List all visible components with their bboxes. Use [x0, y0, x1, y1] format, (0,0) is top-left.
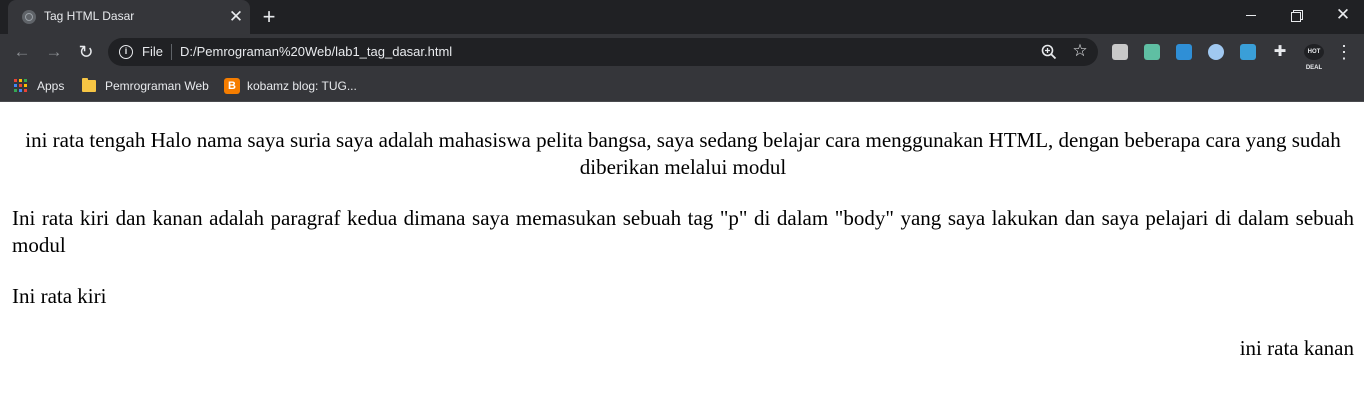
extension-leaf-icon[interactable]: [1144, 44, 1160, 60]
blogger-icon: B: [224, 78, 240, 94]
info-icon[interactable]: i: [119, 45, 133, 59]
minimize-button[interactable]: [1228, 0, 1274, 30]
folder-icon: [82, 78, 96, 92]
zoom-icon[interactable]: [1040, 43, 1058, 61]
paragraph-justify: Ini rata kiri dan kanan adalah paragraf …: [12, 206, 1354, 257]
back-arrow-icon[interactable]: ←: [8, 38, 36, 66]
bookmarks-bar: Apps Pemrograman Web B kobamz blog: TUG.…: [0, 70, 1364, 102]
extensions-puzzle-icon[interactable]: ✚: [1272, 44, 1288, 60]
bookmark-star-icon[interactable]: ☆: [1070, 41, 1090, 61]
globe-icon: [22, 10, 36, 24]
extension-screen-icon[interactable]: [1176, 44, 1192, 60]
window-close-button[interactable]: ✕: [1320, 0, 1364, 30]
extension-home-icon[interactable]: [1240, 44, 1256, 60]
address-divider: [171, 44, 172, 60]
bookmark-label: kobamz blog: TUG...: [247, 79, 357, 93]
paragraph-left: Ini rata kiri: [12, 284, 107, 308]
extension-cloud-icon[interactable]: [1208, 44, 1224, 60]
browser-menu-icon[interactable]: ⋮: [1334, 38, 1354, 66]
tab-close-icon[interactable]: ✕: [226, 7, 246, 27]
new-tab-button[interactable]: +: [258, 6, 280, 28]
bookmark-label: Pemrograman Web: [105, 79, 209, 93]
restore-button[interactable]: [1274, 0, 1320, 30]
tab-title: Tag HTML Dasar: [44, 9, 135, 23]
extension-tab-manager-icon[interactable]: [1112, 44, 1128, 60]
url-text[interactable]: D:/Pemrograman%20Web/lab1_tag_dasar.html: [180, 44, 452, 59]
apps-grid-icon: [14, 79, 28, 93]
browser-tab[interactable]: Tag HTML Dasar ✕: [8, 0, 250, 34]
browser-toolbar: ← → ↻ i File D:/Pemrograman%20Web/lab1_t…: [0, 34, 1364, 71]
paragraph-center: ini rata tengah Halo nama saya suria say…: [25, 128, 1341, 179]
page-content: ini rata tengah Halo nama saya suria say…: [0, 103, 1364, 404]
paragraph-right: ini rata kanan: [1239, 336, 1354, 360]
bookmark-label: Apps: [37, 79, 65, 93]
scheme-label: File: [142, 44, 163, 59]
forward-arrow-icon[interactable]: →: [40, 38, 68, 66]
reload-icon[interactable]: ↻: [72, 38, 100, 66]
address-bar[interactable]: i File D:/Pemrograman%20Web/lab1_tag_das…: [108, 38, 1098, 66]
browser-titlebar: Tag HTML Dasar ✕ + ✕: [0, 0, 1364, 34]
hot-deals-icon[interactable]: HOT DEAL: [1304, 44, 1324, 71]
